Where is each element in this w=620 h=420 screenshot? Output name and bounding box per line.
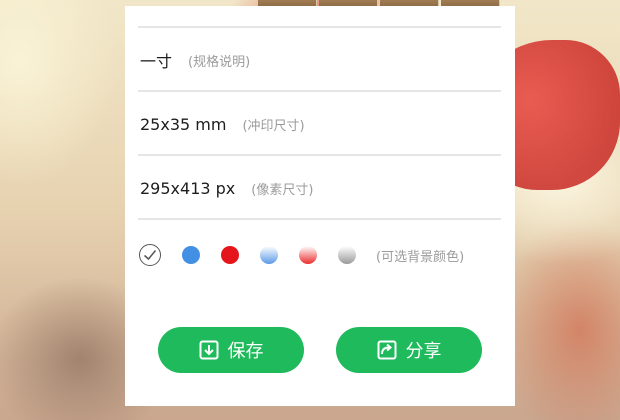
background-color-picker: (可选背景颜色) bbox=[139, 240, 499, 270]
check-icon bbox=[144, 250, 157, 261]
spec-name-note: (规格说明) bbox=[188, 54, 251, 70]
color-option-red-gradient[interactable] bbox=[299, 246, 317, 264]
color-option-gray-gradient[interactable] bbox=[338, 246, 356, 264]
divider bbox=[138, 218, 501, 220]
pixel-size-note: (像素尺寸) bbox=[251, 182, 314, 198]
spec-name: 一寸 bbox=[140, 52, 173, 71]
color-option-blue[interactable] bbox=[182, 246, 200, 264]
color-option-red[interactable] bbox=[221, 246, 239, 264]
share-button-label: 分享 bbox=[405, 341, 442, 362]
print-size-note: (冲印尺寸) bbox=[242, 118, 305, 134]
save-button-label: 保存 bbox=[227, 341, 264, 362]
save-button[interactable]: 保存 bbox=[158, 327, 304, 373]
pixel-size-row: 295x413 px (像素尺寸) bbox=[138, 154, 501, 220]
color-option-white[interactable] bbox=[139, 244, 161, 266]
share-button[interactable]: 分享 bbox=[336, 327, 482, 373]
print-size-row: 25x35 mm (冲印尺寸) bbox=[138, 90, 501, 156]
pixel-size-value: 295x413 px bbox=[140, 178, 236, 198]
spec-name-row: 一寸 (规格说明) bbox=[138, 26, 501, 92]
download-icon bbox=[199, 340, 218, 360]
share-icon bbox=[377, 340, 396, 360]
print-size-value: 25x35 mm bbox=[140, 114, 227, 134]
background-color-note: (可选背景颜色) bbox=[376, 249, 465, 265]
color-option-blue-gradient[interactable] bbox=[260, 246, 278, 264]
spec-panel: 一寸 (规格说明) 25x35 mm (冲印尺寸) 295x413 px (像素… bbox=[125, 6, 515, 406]
